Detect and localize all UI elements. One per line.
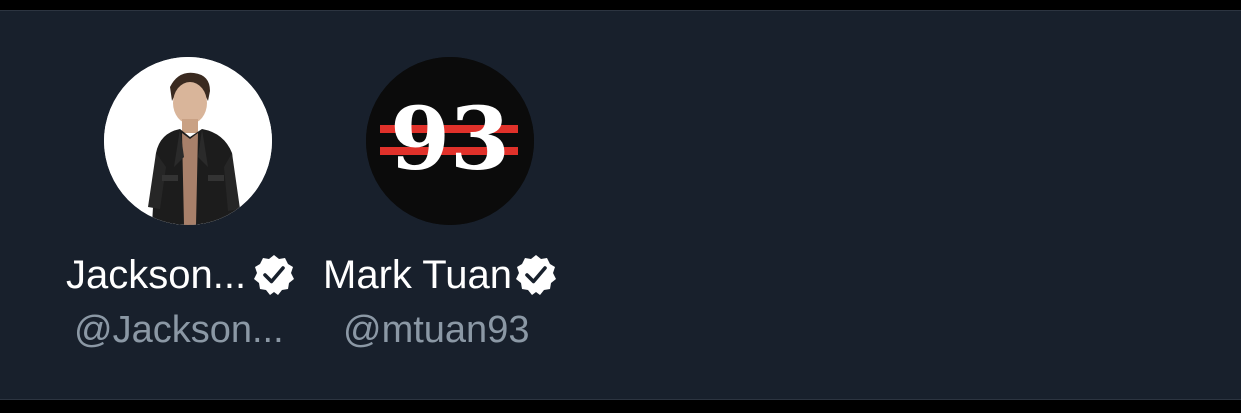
person-photo-icon — [104, 57, 272, 225]
logo-text: 93 — [390, 89, 510, 190]
avatar[interactable]: 93 — [366, 57, 534, 225]
verified-badge-icon — [515, 255, 556, 295]
display-name[interactable]: Mark Tuan — [323, 251, 512, 299]
handle[interactable]: @mtuan93 — [343, 307, 529, 353]
handle[interactable]: @Jackson... — [74, 307, 284, 353]
account-card-mark-tuan[interactable]: 93 Mark Tuan @mtuan93 — [319, 11, 579, 401]
avatar[interactable] — [104, 57, 272, 225]
display-name[interactable]: Jackson... — [66, 251, 246, 299]
verified-badge-icon — [254, 255, 295, 295]
account-suggestions-panel: Jackson... @Jackson... 93 Mark Tuan @mtu… — [0, 10, 1241, 400]
name-row: Mark Tuan — [323, 251, 558, 299]
account-card-jackson[interactable]: Jackson... @Jackson... — [58, 11, 318, 401]
name-row: Jackson... — [66, 251, 296, 299]
93-logo-icon: 93 — [366, 57, 534, 225]
